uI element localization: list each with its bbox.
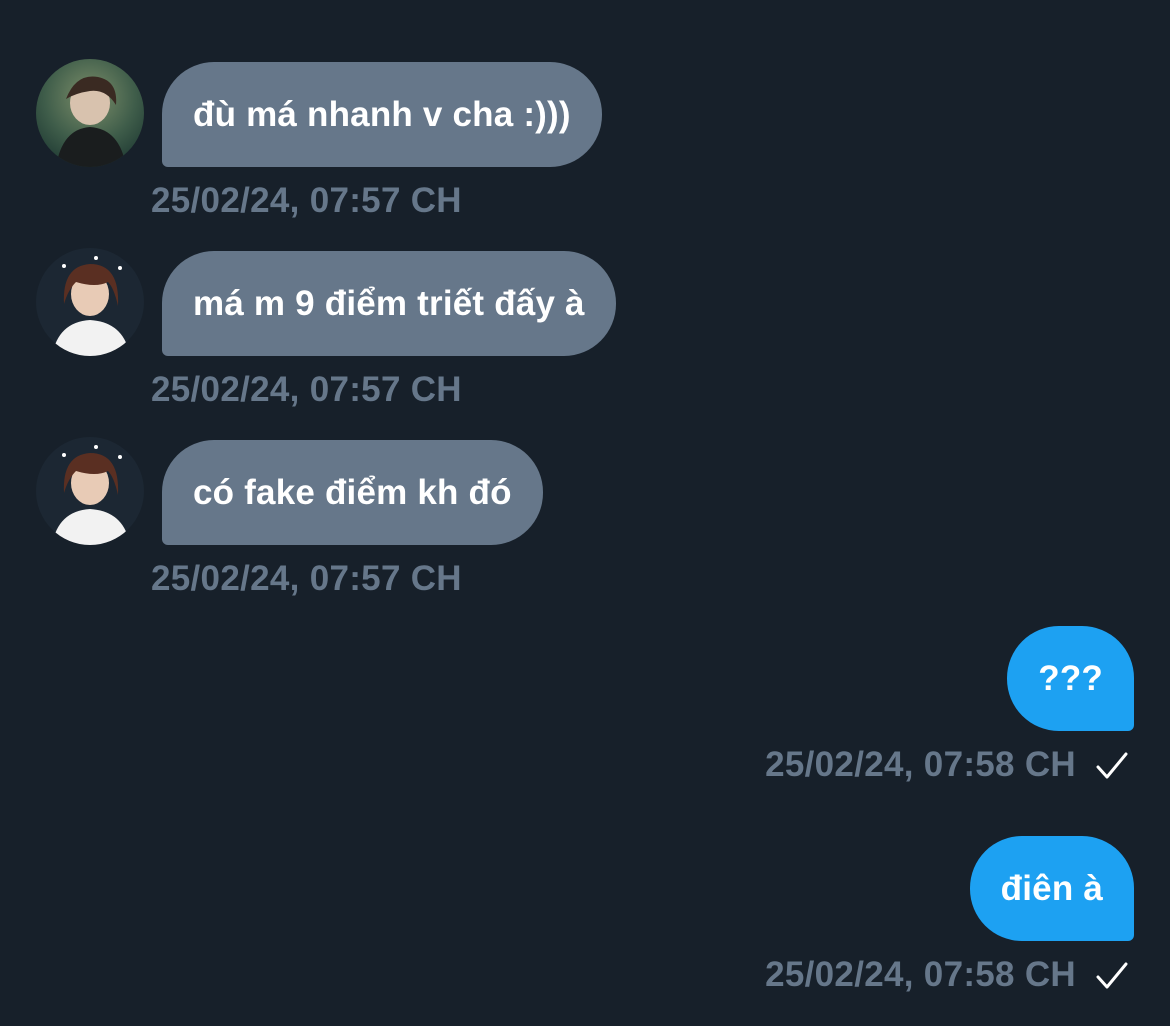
message-thread: đù má nhanh v cha :))) 25/02/24, 07:57 C… [0, 0, 1170, 1026]
message-timestamp: 25/02/24, 07:57 CH [151, 559, 462, 598]
message-bubble[interactable]: má m 9 điểm triết đấy à [162, 251, 616, 356]
message-bubble[interactable]: ??? [1007, 626, 1134, 731]
sender-avatar[interactable] [36, 59, 144, 167]
user-avatar-icon [36, 437, 144, 545]
check-icon [1096, 752, 1128, 779]
message-timestamp: 25/02/24, 07:57 CH [151, 181, 462, 220]
message-text: có fake điểm kh đó [193, 472, 512, 512]
message-timestamp: 25/02/24, 07:58 CH [765, 955, 1076, 994]
check-icon [1096, 962, 1128, 989]
message-bubble[interactable]: đù má nhanh v cha :))) [162, 62, 602, 167]
message-timestamp: 25/02/24, 07:58 CH [765, 745, 1076, 784]
message-bubble[interactable]: có fake điểm kh đó [162, 440, 543, 545]
message-text: má m 9 điểm triết đấy à [193, 283, 585, 323]
message-text: điên à [1000, 868, 1103, 908]
sender-avatar[interactable] [36, 437, 144, 545]
message-bubble[interactable]: điên à [969, 836, 1134, 941]
message-text: đù má nhanh v cha :))) [193, 94, 571, 134]
message-text: ??? [1038, 658, 1103, 698]
sender-avatar[interactable] [36, 248, 144, 356]
user-avatar-icon [36, 248, 144, 356]
message-timestamp: 25/02/24, 07:57 CH [151, 370, 462, 409]
user-avatar-icon [36, 59, 144, 167]
